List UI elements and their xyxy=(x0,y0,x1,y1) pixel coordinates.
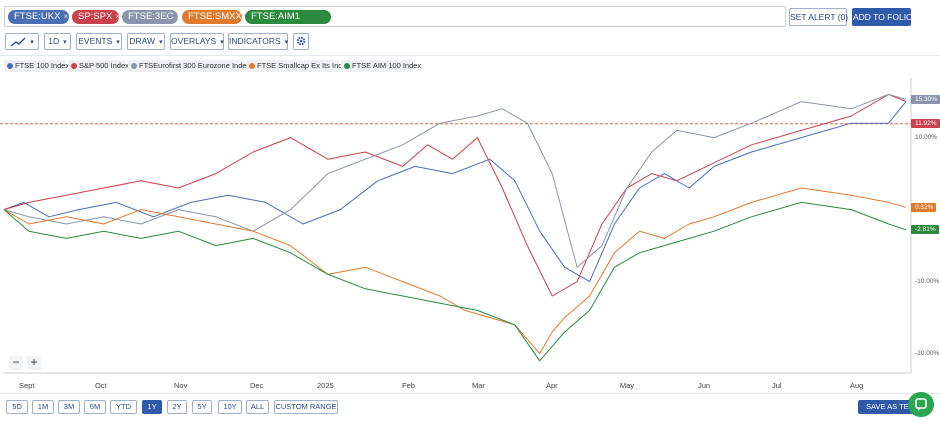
chat-widget-button[interactable] xyxy=(908,392,934,417)
series-line-ftse-aim-100-index xyxy=(3,201,907,362)
zoom-in-button[interactable]: + xyxy=(27,356,41,370)
series-line-s-p-500-index xyxy=(3,93,907,297)
x-tick-label: Mar xyxy=(472,381,485,390)
last-value-tag: 15.30% xyxy=(911,94,940,104)
last-value-tag: 11.92% xyxy=(911,119,940,129)
last-value-tag: 0.32% xyxy=(911,202,937,212)
chart-plot-area[interactable] xyxy=(0,0,940,417)
y-tick-label: -20.00% xyxy=(915,349,940,357)
x-tick-label: Jul xyxy=(772,381,782,390)
range-custom-button[interactable]: CUSTOM RANGE xyxy=(274,400,338,414)
x-tick-label: Oct xyxy=(95,381,107,390)
range-6m-button[interactable]: 6M xyxy=(84,400,106,414)
range-5y-button[interactable]: 5Y xyxy=(192,400,212,414)
x-tick-label: Feb xyxy=(402,381,415,390)
x-tick-label: Sept xyxy=(19,381,35,390)
series-group xyxy=(3,93,907,362)
series-line-ftse-100-index xyxy=(3,101,907,283)
chat-icon xyxy=(915,398,927,411)
x-tick-label: Aug xyxy=(850,381,864,390)
range-10y-button[interactable]: 10Y xyxy=(218,400,242,414)
range-3m-button[interactable]: 3M xyxy=(58,400,80,414)
range-2y-button[interactable]: 2Y xyxy=(167,400,187,414)
range-5d-button[interactable]: 5D xyxy=(6,400,28,414)
range-1y-button[interactable]: 1Y xyxy=(142,400,162,414)
range-1m-button[interactable]: 1M xyxy=(32,400,54,414)
range-all-button[interactable]: ALL xyxy=(246,400,269,414)
x-tick-label: Apr xyxy=(546,381,558,390)
x-tick-label: May xyxy=(620,381,635,390)
x-tick-label: Jun xyxy=(698,381,711,390)
series-line-ftse-smallcap-ex-its-index xyxy=(3,187,907,355)
range-ytd-button[interactable]: YTD xyxy=(110,400,137,414)
x-tick-label: Dec xyxy=(250,381,264,390)
last-value-tag: -2.81% xyxy=(911,225,939,235)
y-tick-label: -10.00% xyxy=(915,277,940,285)
x-tick-label: 2025 xyxy=(317,381,334,390)
y-tick-label: 10.00% xyxy=(915,133,938,141)
x-tick-label: Nov xyxy=(174,381,188,390)
zoom-out-button[interactable]: − xyxy=(9,356,23,370)
